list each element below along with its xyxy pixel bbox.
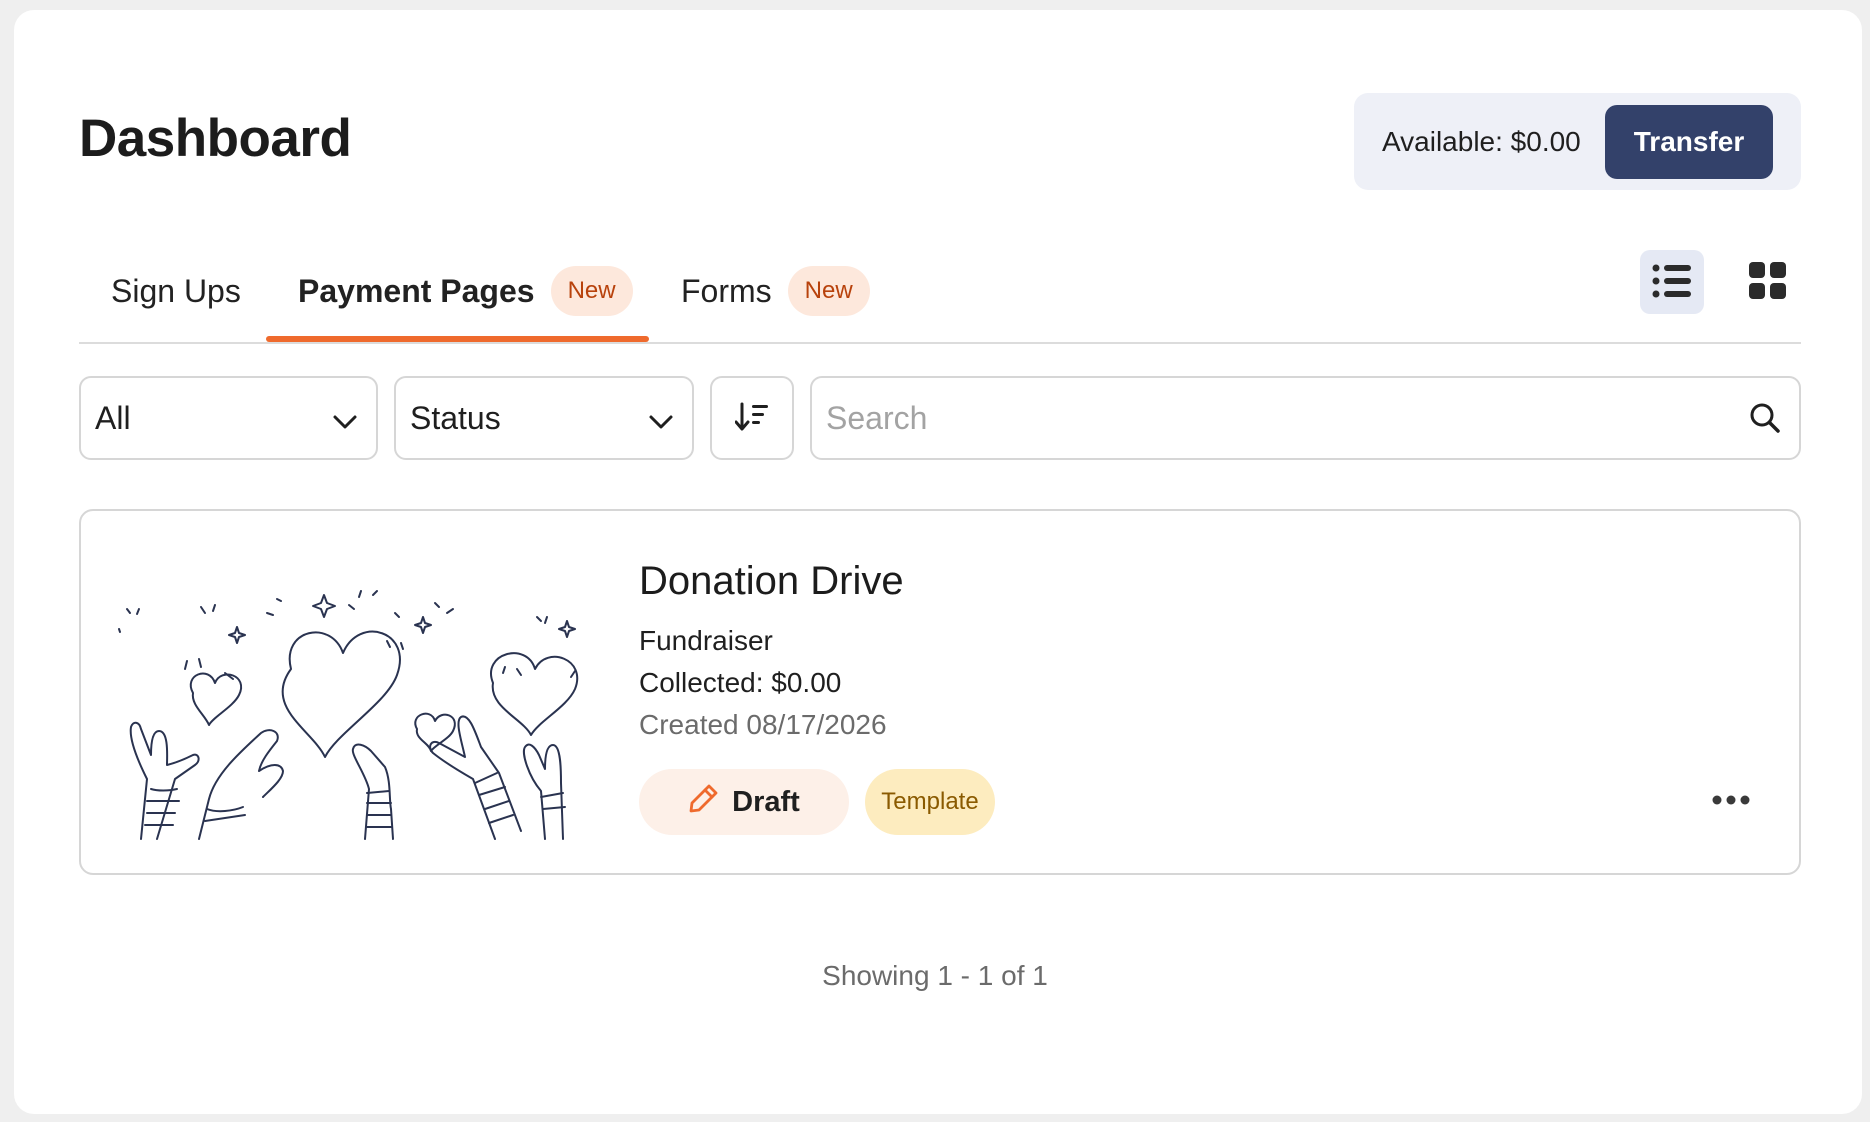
grid-view-button[interactable] — [1736, 250, 1800, 314]
balance-panel: Available: $0.00 Transfer — [1354, 93, 1801, 190]
item-created-date: Created 08/17/2026 — [639, 709, 887, 740]
page-title: Dashboard — [79, 109, 352, 168]
pencil-icon — [688, 782, 720, 822]
item-collected: Collected: $0.00 — [639, 667, 842, 698]
item-title[interactable]: Donation Drive — [639, 559, 904, 604]
more-options-button[interactable] — [1701, 781, 1761, 821]
list-icon — [1652, 263, 1692, 302]
tab-label: Forms — [681, 272, 772, 309]
new-badge: New — [550, 266, 633, 316]
payment-page-card[interactable]: Donation Drive Fundraiser Collected: $0.… — [79, 509, 1801, 875]
tab-label: Payment Pages — [298, 272, 535, 309]
grid-icon — [1749, 261, 1787, 303]
search-icon[interactable] — [1749, 402, 1781, 439]
tab-label: Sign Ups — [111, 272, 241, 309]
sort-button[interactable] — [710, 376, 794, 460]
search-input[interactable] — [826, 378, 1726, 458]
type-filter-select[interactable]: All — [79, 376, 378, 460]
type-filter-value: All — [95, 399, 131, 436]
tab-bar: Sign Ups Payment Pages New Forms New — [79, 240, 1801, 344]
sort-descending-icon — [734, 402, 769, 435]
new-badge: New — [787, 266, 870, 316]
pagination-summary: Showing 1 - 1 of 1 — [822, 960, 1048, 991]
ellipsis-icon — [1711, 794, 1751, 809]
tab-forms[interactable]: Forms New — [681, 240, 870, 342]
tab-divider — [79, 342, 1801, 344]
draft-status-badge: Draft — [639, 769, 849, 835]
transfer-button[interactable]: Transfer — [1605, 105, 1773, 179]
list-view-button[interactable] — [1640, 250, 1704, 314]
tab-sign-ups[interactable]: Sign Ups — [111, 240, 241, 342]
draft-label: Draft — [732, 785, 800, 818]
tab-payment-pages[interactable]: Payment Pages New — [298, 240, 633, 342]
search-box — [810, 376, 1801, 460]
chevron-down-icon — [648, 406, 674, 443]
status-filter-select[interactable]: Status — [394, 376, 694, 460]
item-type: Fundraiser — [639, 625, 773, 656]
chevron-down-icon — [332, 406, 358, 443]
template-badge: Template — [865, 769, 995, 835]
available-balance: Available: $0.00 — [1382, 125, 1581, 157]
status-filter-value: Status — [410, 399, 501, 436]
hands-holding-hearts-illustration — [117, 551, 587, 841]
